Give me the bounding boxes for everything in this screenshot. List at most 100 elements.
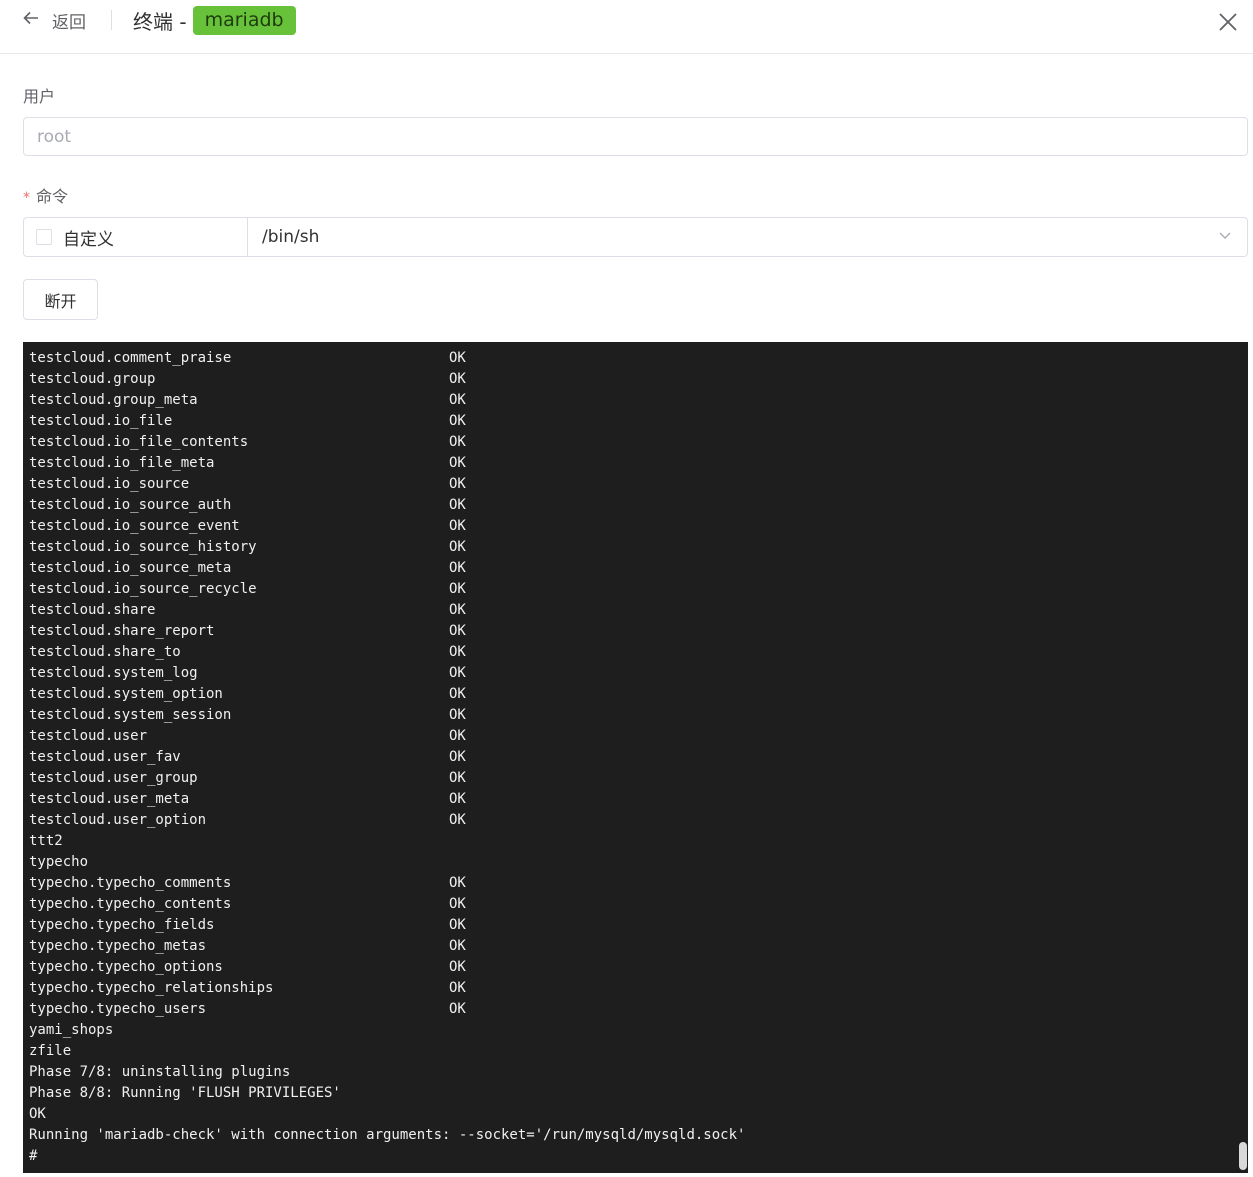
terminal-line: testcloud.share OK xyxy=(29,600,1229,621)
chevron-down-icon xyxy=(1217,227,1233,248)
terminal-line-text: testcloud.group_meta xyxy=(29,392,198,408)
terminal-line-text: typecho.typecho_comments xyxy=(29,875,232,891)
disconnect-button[interactable]: 断开 xyxy=(23,279,98,320)
container-tag: mariadb xyxy=(192,5,296,35)
terminal-line-status: OK xyxy=(449,959,466,975)
terminal-line-text: testcloud.comment_praise xyxy=(29,350,232,366)
terminal-line-text: typecho.typecho_options xyxy=(29,959,223,975)
terminal-line-text: testcloud.system_session xyxy=(29,707,232,723)
terminal-line-text: Running 'mariadb-check' with connection … xyxy=(29,1127,746,1143)
terminal-line-text: testcloud.user_option xyxy=(29,812,207,828)
back-button[interactable]: 返回 xyxy=(22,8,86,33)
terminal-line: testcloud.comment_praise OK xyxy=(29,348,1229,369)
terminal-line-status: OK xyxy=(449,434,466,450)
terminal-line-text: typecho.typecho_contents xyxy=(29,896,232,912)
terminal-line-status: OK xyxy=(449,686,466,702)
terminal-line-status: OK xyxy=(449,455,466,471)
terminal-line-text: testcloud.io_file_meta xyxy=(29,455,215,471)
terminal-line-status: OK xyxy=(449,980,466,996)
terminal-line-text: testcloud.system_option xyxy=(29,686,223,702)
scrollbar-thumb[interactable] xyxy=(1239,1142,1247,1170)
terminal-line: testcloud.io_file_contents OK xyxy=(29,432,1229,453)
terminal-line: OK xyxy=(29,1104,1229,1125)
terminal-line-text: testcloud.io_source_meta xyxy=(29,560,232,576)
command-label-row: * 命令 xyxy=(23,183,68,207)
terminal-line: testcloud.io_source_history OK xyxy=(29,537,1229,558)
command-select[interactable]: /bin/sh xyxy=(248,217,1248,257)
custom-command-checkbox[interactable]: 自定义 xyxy=(23,217,248,257)
user-input[interactable]: root xyxy=(23,117,1248,156)
terminal-line: testcloud.io_file OK xyxy=(29,411,1229,432)
terminal-line-text: testcloud.group xyxy=(29,371,156,387)
back-label: 返回 xyxy=(52,12,86,33)
terminal-line-text: testcloud.io_file xyxy=(29,413,173,429)
terminal-line-text: testcloud.io_file_contents xyxy=(29,434,249,450)
terminal-line-status: OK xyxy=(449,392,466,408)
terminal-line: testcloud.system_log OK xyxy=(29,663,1229,684)
terminal-line: typecho xyxy=(29,852,1229,873)
custom-label: 自定义 xyxy=(63,229,114,250)
header: 返回 终端 - mariadb xyxy=(0,0,1253,54)
terminal-line: testcloud.user_group OK xyxy=(29,768,1229,789)
terminal-line-status: OK xyxy=(449,602,466,618)
checkbox[interactable] xyxy=(36,229,52,245)
terminal-line-text: testcloud.io_source xyxy=(29,476,190,492)
terminal-line-text: testcloud.io_source_recycle xyxy=(29,581,257,597)
terminal-line-text: testcloud.io_source_auth xyxy=(29,497,232,513)
terminal-line-text: testcloud.user xyxy=(29,728,148,744)
terminal-line-text: testcloud.io_source_history xyxy=(29,539,257,555)
terminal-line-status: OK xyxy=(449,875,466,891)
terminal-line: Running 'mariadb-check' with connection … xyxy=(29,1125,1229,1146)
terminal-line: typecho.typecho_options OK xyxy=(29,957,1229,978)
terminal-line: typecho.typecho_fields OK xyxy=(29,915,1229,936)
terminal-line-text: typecho xyxy=(29,854,89,870)
terminal-line: testcloud.io_source_recycle OK xyxy=(29,579,1229,600)
terminal-line: Phase 8/8: Running 'FLUSH PRIVILEGES' xyxy=(29,1083,1229,1104)
terminal-line-status: OK xyxy=(449,896,466,912)
arrow-left-icon xyxy=(22,9,40,31)
terminal-line-status: OK xyxy=(449,413,466,429)
terminal-line-status: OK xyxy=(449,938,466,954)
terminal-line-status: OK xyxy=(449,1001,466,1017)
terminal-line-text: testcloud.share_report xyxy=(29,623,215,639)
terminal-scrollbar[interactable] xyxy=(1237,342,1248,1173)
terminal-line-status: OK xyxy=(449,476,466,492)
close-button[interactable] xyxy=(1216,10,1240,34)
terminal-line-text: testcloud.share_to xyxy=(29,644,181,660)
terminal-line-status: OK xyxy=(449,812,466,828)
terminal-line: typecho.typecho_relationships OK xyxy=(29,978,1229,999)
terminal-line-text: testcloud.io_source_event xyxy=(29,518,240,534)
terminal-line-status: OK xyxy=(449,749,466,765)
terminal-line: testcloud.user_option OK xyxy=(29,810,1229,831)
terminal-line-text: testcloud.user_fav xyxy=(29,749,181,765)
terminal-line: typecho.typecho_users OK xyxy=(29,999,1229,1020)
terminal-line: testcloud.share_to OK xyxy=(29,642,1229,663)
terminal-output: testcloud.comment_praise OK testcloud.grou… xyxy=(29,348,1229,1167)
terminal-line: testcloud.io_file_meta OK xyxy=(29,453,1229,474)
terminal-line: testcloud.system_session OK xyxy=(29,705,1229,726)
terminal-line-text: zfile xyxy=(29,1043,72,1059)
terminal-line-status: OK xyxy=(449,791,466,807)
terminal-line-status: OK xyxy=(449,350,466,366)
header-divider xyxy=(111,10,112,30)
terminal-line: testcloud.group_meta OK xyxy=(29,390,1229,411)
terminal-line-text: typecho.typecho_metas xyxy=(29,938,207,954)
required-mark: * xyxy=(23,190,30,206)
terminal-line-status: OK xyxy=(449,497,466,513)
terminal-line-text: testcloud.system_log xyxy=(29,665,198,681)
terminal-line: yami_shops xyxy=(29,1020,1229,1041)
terminal[interactable]: testcloud.comment_praise OK testcloud.grou… xyxy=(23,342,1248,1173)
terminal-line-status: OK xyxy=(449,665,466,681)
page-title: 终端 - mariadb xyxy=(133,5,296,35)
terminal-line-status: OK xyxy=(449,560,466,576)
terminal-line-status: OK xyxy=(449,539,466,555)
close-icon xyxy=(1216,13,1240,38)
command-value: /bin/sh xyxy=(262,227,320,247)
terminal-line-status: OK xyxy=(449,371,466,387)
user-label: 用户 xyxy=(23,87,56,106)
user-placeholder: root xyxy=(37,126,72,147)
terminal-line-text: typecho.typecho_users xyxy=(29,1001,207,1017)
terminal-line: testcloud.io_source_meta OK xyxy=(29,558,1229,579)
terminal-line-status: OK xyxy=(449,623,466,639)
terminal-line-text: ttt2 xyxy=(29,833,63,849)
